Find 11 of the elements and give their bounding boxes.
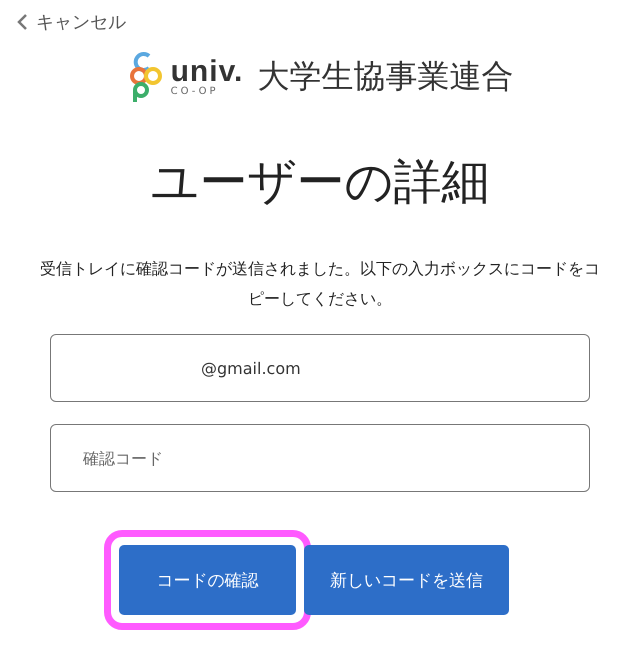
back-icon: [16, 13, 28, 31]
action-button[interactable]: 新しいコードを送信: [304, 545, 509, 615]
code-field[interactable]: 確認コード: [50, 424, 590, 492]
instruction-text: 受信トレイに確認コードが送信されました。以下の入力ボックスにコードをコピーしてください。: [40, 258, 600, 310]
cancel-link[interactable]: キャンセル: [16, 10, 126, 34]
brand-name: univ.: [170, 57, 244, 87]
email-field[interactable]: @gmail.com: [50, 334, 590, 402]
page-title: ユーザーの詳細: [150, 153, 490, 212]
action-button[interactable]: コードの確認: [119, 545, 296, 615]
organization-name: 大学生協事業連合: [257, 56, 514, 97]
brand-subtitle: CO-OP: [170, 87, 219, 97]
